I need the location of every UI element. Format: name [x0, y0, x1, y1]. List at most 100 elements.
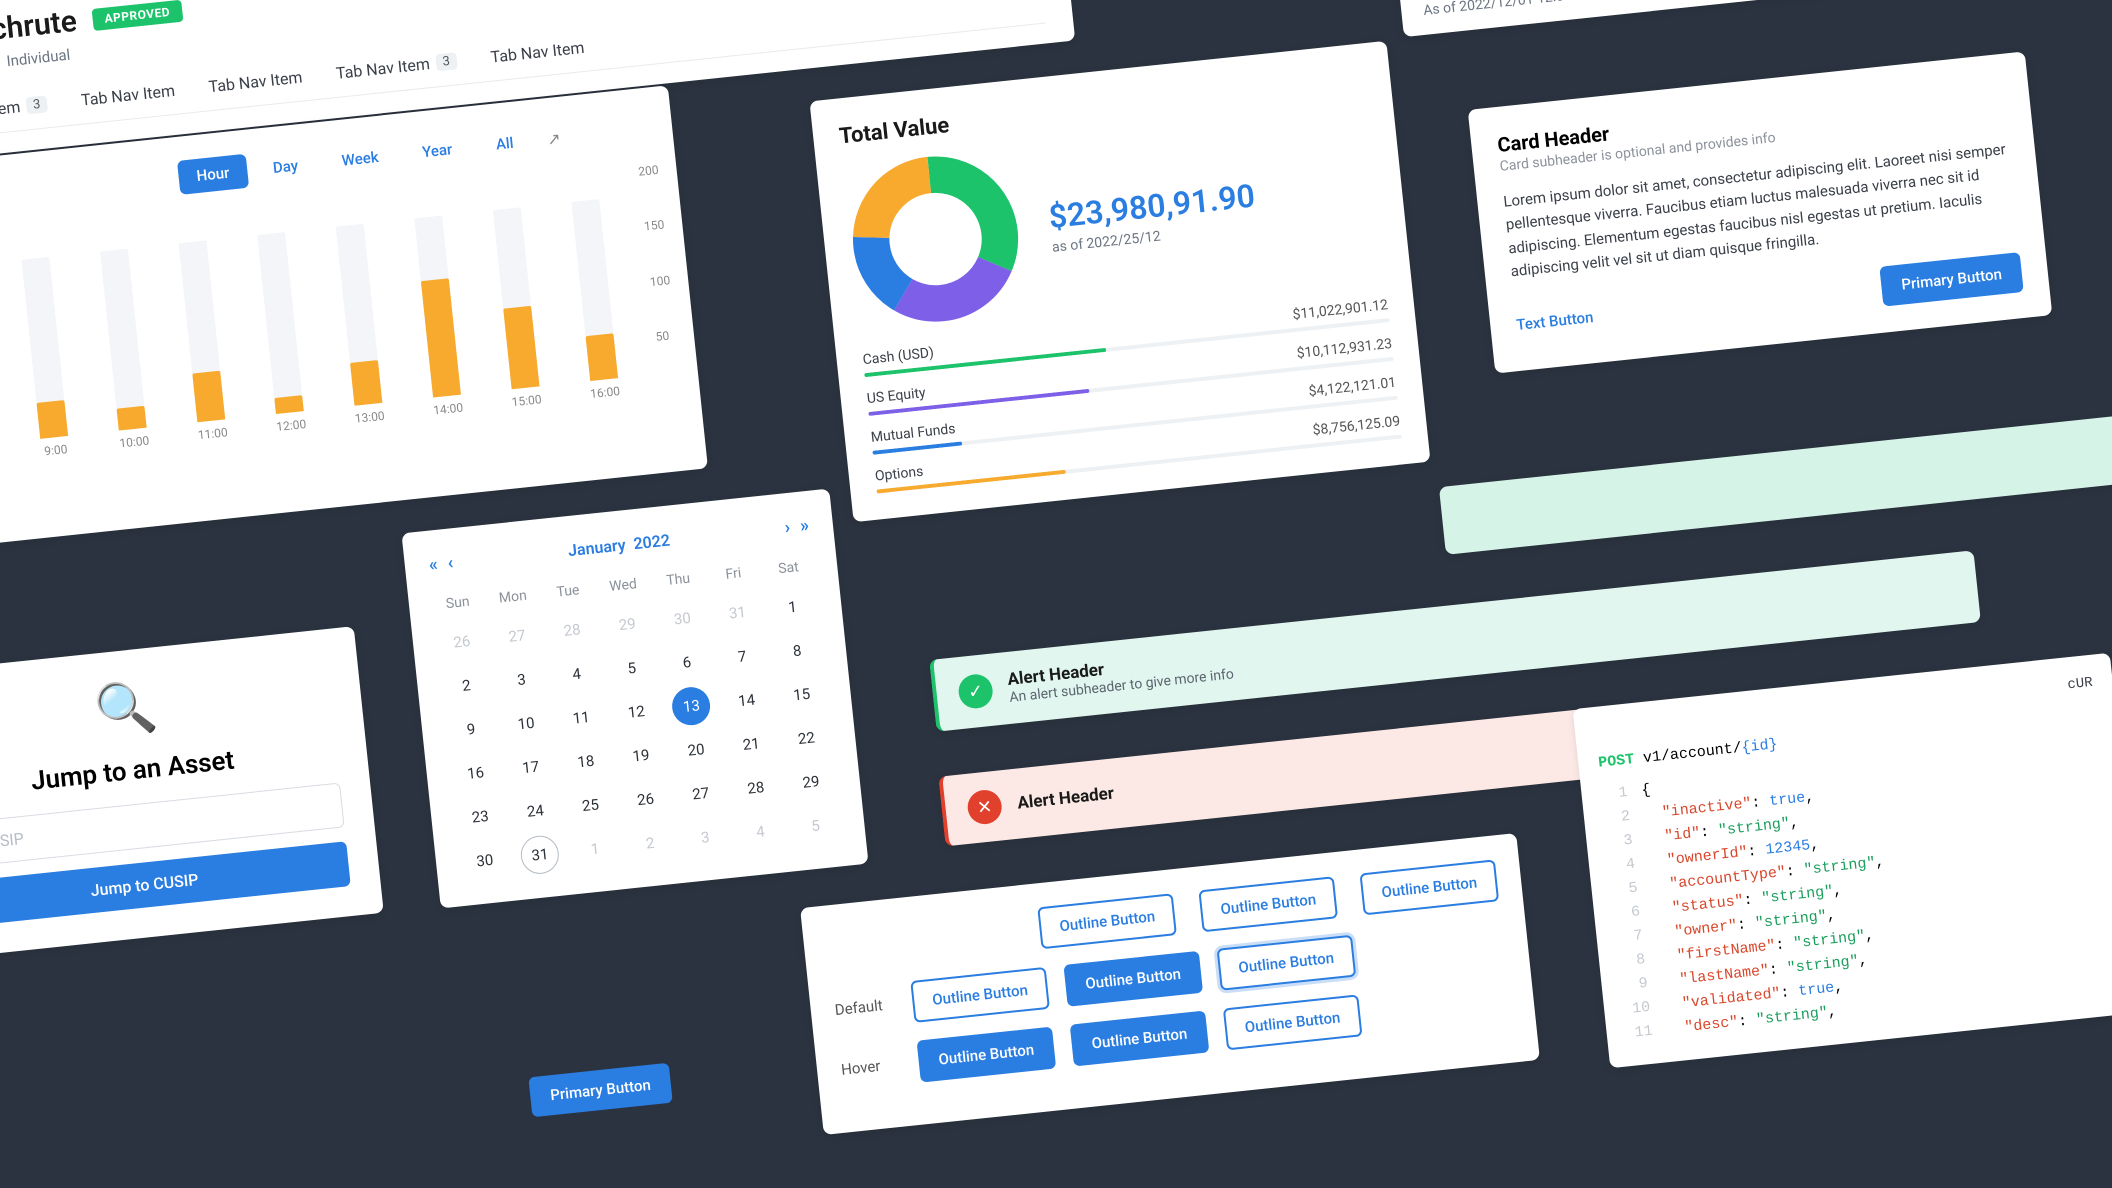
cal-day[interactable]: 13	[671, 685, 713, 727]
cal-day[interactable]: 20	[670, 728, 723, 771]
cal-dow: Fri	[707, 558, 759, 591]
primary-button[interactable]: Primary Button	[528, 1063, 672, 1118]
cal-day[interactable]: 14	[720, 679, 773, 722]
cal-dow: Sat	[762, 552, 814, 585]
cal-day[interactable]: 18	[559, 740, 612, 783]
tab-nav-item[interactable]: Tab Nav Item	[487, 30, 589, 81]
period-year[interactable]: Year	[403, 130, 472, 171]
cal-day[interactable]: 9	[444, 708, 497, 751]
cal-day[interactable]: 22	[780, 717, 833, 760]
default-button-strip: Default Button	[1439, 393, 2112, 555]
code-block: 1{ 2 "inactive": true, 3 "id": "string",…	[1601, 731, 2112, 1046]
cal-day[interactable]: 17	[504, 746, 557, 789]
cal-day[interactable]: 28	[729, 766, 782, 809]
cal-day-other[interactable]: 3	[679, 816, 732, 859]
cal-day-other[interactable]: 5	[789, 804, 842, 847]
cal-day[interactable]: 27	[674, 772, 727, 815]
cal-day[interactable]: 15	[775, 673, 828, 716]
cal-day[interactable]: 12	[610, 690, 663, 733]
outline-button-solid[interactable]: Outline Button	[1070, 1011, 1210, 1067]
calendar-card: «‹ January 2022 ›» SunMonTueWedThuFriSat…	[401, 489, 868, 909]
alert-error: ✕ Alert Header	[938, 704, 1641, 847]
tab-nav-item[interactable]: Nav Item3	[0, 86, 52, 137]
cal-dow: Tue	[542, 575, 594, 608]
cal-day[interactable]: 2	[440, 664, 493, 707]
period-all[interactable]: All	[476, 124, 533, 163]
cal-prev-year-icon[interactable]: «	[428, 554, 439, 576]
period-hour[interactable]: Hour	[177, 154, 249, 195]
cal-day-other[interactable]: 26	[435, 620, 488, 663]
cal-dow: Mon	[487, 581, 539, 614]
outline-button-solid[interactable]: Outline Button	[917, 1027, 1057, 1083]
bar-col: 12:00	[241, 230, 322, 435]
cal-day-other[interactable]: 4	[734, 810, 787, 853]
cal-day[interactable]: 25	[564, 784, 617, 827]
outline-button[interactable]: Outline Button	[1199, 876, 1339, 932]
primary-button[interactable]: Primary Button	[1879, 252, 2023, 307]
cal-year[interactable]: 2022	[633, 531, 671, 554]
tab-nav-item[interactable]: Tab Nav Item	[205, 59, 307, 110]
cal-day[interactable]: 5	[605, 647, 658, 690]
cal-day[interactable]: 19	[614, 734, 667, 777]
free-primary: Primary Button	[529, 1073, 671, 1107]
cal-dow: Thu	[652, 563, 704, 596]
cal-day[interactable]: 24	[509, 790, 562, 833]
cal-day[interactable]: 23	[454, 795, 507, 838]
cal-day-other[interactable]: 31	[711, 591, 764, 634]
check-circle-icon: ✓	[957, 673, 994, 710]
cal-day[interactable]: 21	[725, 723, 778, 766]
cal-day[interactable]: 4	[550, 652, 603, 695]
bar-col: 9:00	[5, 255, 86, 460]
cal-day-other[interactable]: 28	[546, 609, 599, 652]
period-week[interactable]: Week	[322, 138, 398, 179]
cal-day-other[interactable]: 30	[656, 597, 709, 640]
outline-button[interactable]: Outline Button	[1038, 893, 1178, 949]
status-badge: APPROVED	[91, 0, 183, 30]
tab-nav-item[interactable]: Tab Nav Item3	[332, 43, 461, 97]
bar-col: 15:00	[476, 206, 557, 411]
period-day[interactable]: Day	[253, 147, 317, 187]
cal-day[interactable]: 3	[495, 658, 548, 701]
cal-dow: Sun	[432, 586, 484, 619]
outline-button[interactable]: Outline Button	[1360, 859, 1500, 915]
cal-day[interactable]: 29	[784, 761, 837, 804]
outline-button-focus[interactable]: Outline Button	[1216, 935, 1356, 991]
tab-nav-item[interactable]: Tab Nav Item	[77, 73, 179, 124]
cal-day-other[interactable]: 29	[601, 603, 654, 646]
bar-col: 16:00	[555, 197, 636, 402]
cal-day[interactable]: 10	[500, 702, 553, 745]
activity-chart-card: HourDayWeekYearAll ↗ 8:009:0010:0011:0012…	[0, 85, 708, 549]
cal-day[interactable]: 1	[766, 586, 819, 629]
outline-button[interactable]: Outline Button	[1223, 994, 1363, 1050]
timestamp-text: As of 2022/12/01 12:00	[1423, 0, 1573, 19]
cal-day[interactable]: 31	[519, 834, 561, 876]
bar-chart: 8:009:0010:0011:0012:0013:0014:0015:0016…	[0, 163, 676, 468]
bar-col: 8:00	[0, 263, 8, 468]
cal-day[interactable]: 30	[458, 839, 511, 882]
cal-next-month-icon[interactable]: ›	[784, 517, 792, 538]
external-link-icon[interactable]: ↗	[546, 128, 561, 148]
cal-day-other[interactable]: 2	[624, 822, 677, 865]
outline-button-solid[interactable]: Outline Button	[1063, 951, 1203, 1007]
text-button[interactable]: Text Button	[1515, 308, 1594, 334]
cal-day-other[interactable]: 1	[569, 828, 622, 871]
bar-col: 10:00	[84, 247, 165, 452]
cal-day[interactable]: 16	[449, 752, 502, 795]
cal-day[interactable]: 6	[660, 641, 713, 684]
x-circle-icon: ✕	[966, 788, 1003, 825]
cal-day[interactable]: 8	[771, 629, 824, 672]
cal-day[interactable]: 7	[715, 635, 768, 678]
cal-month[interactable]: January	[567, 535, 626, 560]
outline-button[interactable]: Outline Button	[910, 967, 1050, 1023]
api-code-card: cUR POST v1/account/{id} 1{ 2 "inactive"…	[1573, 653, 2112, 1068]
cal-day[interactable]: 11	[555, 696, 608, 739]
cal-prev-month-icon[interactable]: ‹	[447, 552, 455, 573]
bar-col: 14:00	[398, 214, 479, 419]
cal-day-other[interactable]: 27	[490, 615, 543, 658]
cal-day[interactable]: 26	[619, 778, 672, 821]
bar-col: 11:00	[162, 239, 243, 444]
alert-header: Alert Header	[1016, 784, 1115, 814]
timestamp-card: As of 2022/12/01 12:00 ⚙	[1399, 0, 1961, 37]
cal-next-year-icon[interactable]: »	[799, 515, 810, 537]
curl-chip[interactable]: cUR	[2067, 675, 2094, 694]
